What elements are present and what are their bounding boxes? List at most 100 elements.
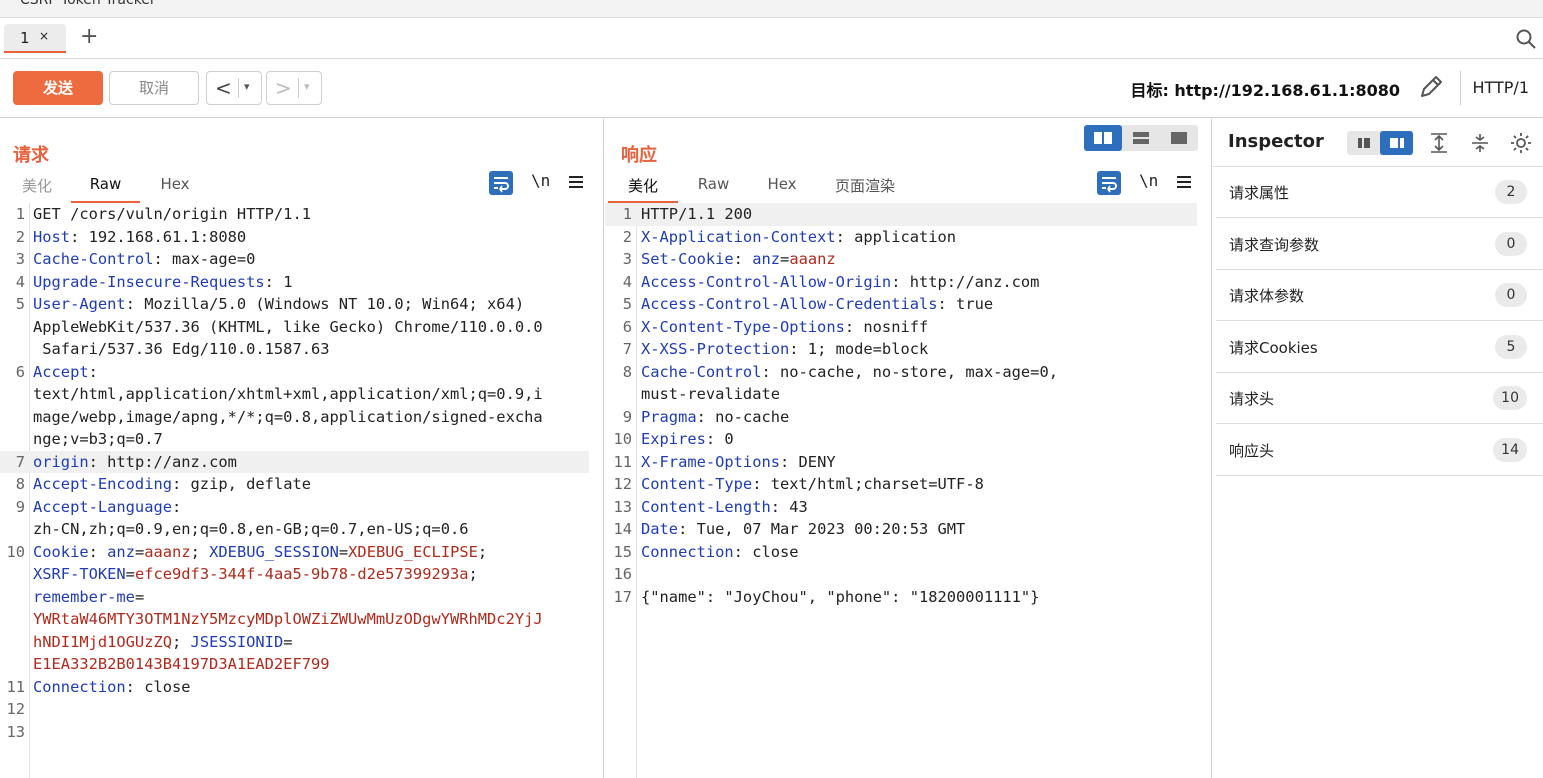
expand-all-icon[interactable]	[1428, 131, 1450, 155]
code-line[interactable]: 14 Date: Tue, 07 Mar 2023 00:20:53 GMT	[605, 518, 1197, 541]
code-line[interactable]: 15 Connection: close	[605, 541, 1197, 564]
code-line[interactable]: 6 Accept:	[0, 361, 589, 384]
code-line[interactable]: XSRF-TOKEN=efce9df3-344f-4aa5-9b78-d2e57…	[0, 563, 589, 586]
code-line[interactable]: 4 Access-Control-Allow-Origin: http://anz…	[605, 271, 1197, 294]
inspector-row[interactable]: 请求Cookies 5	[1216, 321, 1543, 373]
wrap-lines-icon[interactable]	[489, 171, 513, 195]
inspector-row[interactable]: 请求查询参数 0	[1216, 218, 1543, 270]
stacked-layout-icon[interactable]	[1122, 125, 1160, 151]
code-line[interactable]: 10 Expires: 0	[605, 428, 1197, 451]
search-icon[interactable]	[1515, 28, 1537, 50]
back-button[interactable]: < ▾	[206, 71, 262, 105]
code-line[interactable]: E1EA332B2B0143B4197D3A1EAD2EF799	[0, 653, 589, 676]
line-number: 9	[15, 497, 25, 516]
line-number: 8	[15, 475, 25, 493]
inspector-side-layout-icon[interactable]	[1380, 131, 1413, 155]
code-line[interactable]: Safari/537.36 Edg/110.0.1587.63	[0, 338, 589, 361]
send-button[interactable]: 发送	[13, 71, 103, 105]
code-line[interactable]: 9 Accept-Language:	[0, 496, 589, 519]
code-line[interactable]: text/html,application/xhtml+xml,applicat…	[0, 383, 589, 406]
menu-icon[interactable]	[1175, 173, 1193, 191]
code-line[interactable]: 12 Content-Type: text/html;charset=UTF-8	[605, 473, 1197, 496]
code-line[interactable]: 5 User-Agent: Mozilla/5.0 (Windows NT 10.…	[0, 293, 589, 316]
collapse-all-icon[interactable]	[1469, 131, 1491, 155]
code-line[interactable]: 7 origin: http://anz.com	[0, 450, 589, 473]
request-tab-raw[interactable]: Raw	[71, 175, 140, 203]
line-text: origin: http://anz.com	[33, 452, 237, 471]
code-line[interactable]: mage/webp,image/apng,*/*;q=0.8,applicati…	[0, 406, 589, 429]
line-text: Content-Length: 43	[641, 497, 808, 516]
code-line[interactable]: 4 Upgrade-Insecure-Requests: 1	[0, 271, 589, 294]
response-tab-render[interactable]: 页面渲染	[832, 175, 898, 203]
code-line[interactable]: zh-CN,zh;q=0.9,en;q=0.8,en-GB;q=0.7,en-U…	[0, 518, 589, 541]
code-line[interactable]: AppleWebKit/537.36 (KHTML, like Gecko) C…	[0, 316, 589, 339]
code-line[interactable]: 3 Set-Cookie: anz=aaanz	[605, 248, 1197, 271]
inspector-panel: Inspector 请求属性 2 请求查询参数 0 请求体参数 0 请求Cookies 5 请求…	[1213, 119, 1543, 778]
request-tab-pretty[interactable]: 美化	[20, 175, 54, 203]
settings-gear-icon[interactable]	[1509, 131, 1533, 155]
inspector-row[interactable]: 响应头 14	[1216, 424, 1543, 476]
code-line[interactable]: 13 ​	[0, 721, 589, 744]
code-line[interactable]: 8 Cache-Control: no-cache, no-store, max-…	[605, 361, 1197, 384]
line-number: 3	[15, 250, 25, 268]
code-line[interactable]: 11 Connection: close	[0, 676, 589, 699]
show-newlines-toggle[interactable]: \n	[531, 171, 550, 190]
inspector-row[interactable]: 请求属性 2	[1216, 167, 1543, 218]
inspector-row-count-badge: 0	[1495, 231, 1527, 256]
line-text: Content-Type: text/html;charset=UTF-8	[641, 475, 984, 493]
code-line[interactable]: must-revalidate	[605, 383, 1197, 406]
single-layout-icon[interactable]	[1160, 125, 1198, 151]
code-line[interactable]: 13 Content-Length: 43	[605, 496, 1197, 519]
forward-dropdown-icon[interactable]: ▾	[304, 80, 310, 93]
code-line[interactable]: 1 HTTP/1.1 200	[605, 203, 1197, 226]
tab-1[interactable]: 1 ×	[4, 24, 66, 53]
code-line[interactable]: 11 X-Frame-Options: DENY	[605, 451, 1197, 474]
line-text: X-Frame-Options: DENY	[641, 452, 836, 471]
code-line[interactable]: 16 ​	[605, 563, 1197, 586]
line-number: 12	[613, 475, 632, 493]
line-number: 16	[613, 565, 632, 583]
menu-icon[interactable]	[567, 173, 585, 191]
response-tab-pretty[interactable]: 美化	[608, 175, 678, 203]
code-line[interactable]: 10 Cookie: anz=aaanz; XDEBUG_SESSION=XDEB…	[0, 541, 589, 564]
response-editor[interactable]: 1 HTTP/1.1 200 2 X-Application-Context: app…	[605, 203, 1211, 778]
code-line[interactable]: hNDI1Mjd1OGUzZQ; JSESSIONID=	[0, 631, 589, 654]
code-line[interactable]: 8 Accept-Encoding: gzip, deflate	[0, 473, 589, 496]
response-tab-raw[interactable]: Raw	[697, 175, 730, 203]
edit-target-icon[interactable]	[1417, 73, 1445, 101]
line-text: Upgrade-Insecure-Requests: 1	[33, 272, 293, 291]
code-line[interactable]: 5 Access-Control-Allow-Credentials: true	[605, 293, 1197, 316]
code-line[interactable]: 7 X-XSS-Protection: 1; mode=block	[605, 338, 1197, 361]
cancel-button[interactable]: 取消	[109, 71, 199, 105]
side-by-side-layout-icon[interactable]	[1084, 125, 1122, 151]
request-toolbar: 发送 取消 < ▾ > ▾ 目标: http://192.168.61.1:80…	[0, 59, 1543, 118]
inspector-row-count-badge: 5	[1495, 334, 1527, 359]
http-version-toggle[interactable]: HTTP/1	[1472, 78, 1529, 97]
code-line[interactable]: 17 {"name": "JoyChou", "phone": "18200001…	[605, 586, 1197, 609]
line-text: remember-me=	[33, 587, 145, 606]
code-line[interactable]: 1 GET /cors/vuln/origin HTTP/1.1	[0, 203, 589, 226]
response-tab-hex[interactable]: Hex	[767, 175, 797, 203]
new-tab-button[interactable]: +	[80, 26, 98, 48]
code-line[interactable]: 6 X-Content-Type-Options: nosniff	[605, 316, 1197, 339]
inspector-row[interactable]: 请求体参数 0	[1216, 270, 1543, 321]
code-line[interactable]: remember-me=	[0, 586, 589, 609]
forward-button[interactable]: > ▾	[266, 71, 322, 105]
code-line[interactable]: YWRtaW46MTY3OTM1NzY5MzcyMDplOWZiZWUwMmUz…	[0, 608, 589, 631]
tab-close-icon[interactable]: ×	[39, 29, 49, 43]
wrap-lines-icon[interactable]	[1097, 171, 1121, 195]
code-line[interactable]: 2 Host: 192.168.61.1:8080	[0, 226, 589, 249]
code-line[interactable]: 12 ​	[0, 698, 589, 721]
code-line[interactable]: nge;v=b3;q=0.7	[0, 428, 589, 451]
code-line[interactable]: 2 X-Application-Context: application	[605, 226, 1197, 249]
inspector-list-layout-icon[interactable]	[1347, 131, 1380, 155]
request-editor[interactable]: 1 GET /cors/vuln/origin HTTP/1.1 2 Host: 19…	[0, 203, 603, 778]
code-line[interactable]: 3 Cache-Control: max-age=0	[0, 248, 589, 271]
back-dropdown-icon[interactable]: ▾	[244, 80, 250, 93]
show-newlines-toggle[interactable]: \n	[1139, 171, 1158, 190]
line-text: ​	[33, 721, 589, 744]
code-line[interactable]: 9 Pragma: no-cache	[605, 406, 1197, 429]
request-tab-hex[interactable]: Hex	[157, 175, 193, 203]
inspector-row[interactable]: 请求头 10	[1216, 373, 1543, 424]
line-text: Set-Cookie: anz=aaanz	[641, 250, 836, 268]
